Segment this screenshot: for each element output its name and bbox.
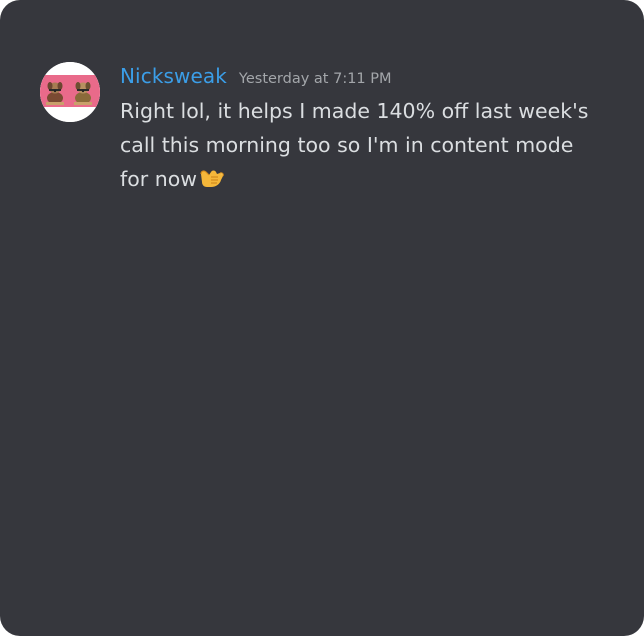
call-me-hand-icon xyxy=(198,164,226,200)
chat-message: Nicksweak Yesterday at 7:11 PM Right lol… xyxy=(40,62,614,200)
avatar-image xyxy=(40,62,100,122)
message-body: Right lol, it helps I made 140% off last… xyxy=(120,94,598,200)
avatar[interactable] xyxy=(40,62,100,122)
message-text: Right lol, it helps I made 140% off last… xyxy=(120,99,589,191)
timestamp: Yesterday at 7:11 PM xyxy=(238,71,392,87)
chat-panel: Nicksweak Yesterday at 7:11 PM Right lol… xyxy=(0,0,644,636)
message-header: Nicksweak Yesterday at 7:11 PM xyxy=(120,64,614,92)
username[interactable]: Nicksweak xyxy=(120,64,227,88)
message-content: Nicksweak Yesterday at 7:11 PM Right lol… xyxy=(120,64,614,200)
